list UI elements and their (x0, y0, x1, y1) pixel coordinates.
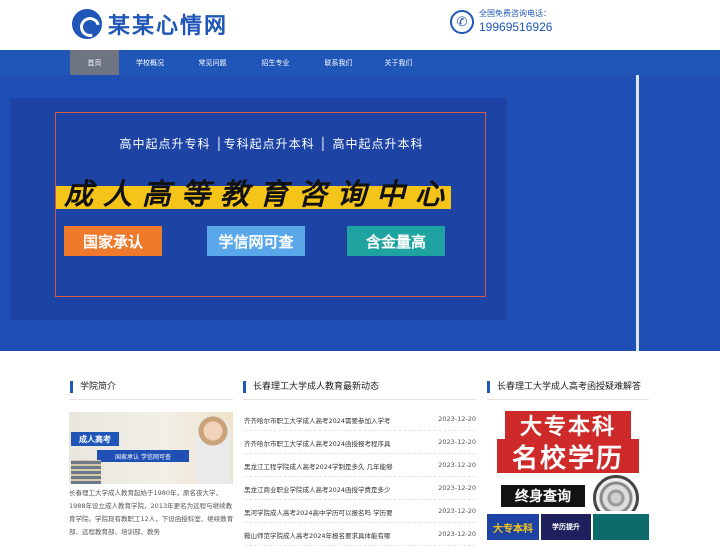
badge-state-recognized: 国家承认 (64, 226, 162, 256)
list-item[interactable]: 鞍山师范学院成人高考2024年报名要求具体能有哪 2023-12-20 (244, 523, 476, 546)
hotline-label: 全国免费咨询电话： (479, 9, 551, 18)
list-item[interactable]: 黑河学院成人高考2024高中学历可以报名吗 学历要 2023-12-20 (244, 500, 476, 523)
site-logo[interactable]: 某某心情网 (72, 8, 228, 40)
news-date: 2023-12-20 (438, 484, 476, 492)
list-item[interactable]: 黑龙江工程学院成人高考2024学制是多久 几年能够 2023-12-20 (244, 454, 476, 477)
about-divider (69, 399, 233, 400)
nav-item-majors[interactable]: 招生专业 (244, 50, 307, 75)
faq-thumb[interactable]: 学历提升 (541, 514, 591, 540)
student-graphic (195, 416, 231, 484)
hotline-number[interactable]: 19969516926 (479, 19, 552, 35)
nav-item-faq[interactable]: 常见问题 (181, 50, 244, 75)
faq-divider (487, 399, 649, 400)
news-title[interactable]: 黑龙江工程学院成人高考2024学制是多久 几年能够 (244, 461, 429, 471)
faq-thumb[interactable]: 大专本科 (487, 514, 539, 540)
list-item[interactable]: 齐齐哈尔市职工大学成人高考2024需要参加入学考 2023-12-20 (244, 408, 476, 431)
banner-tagline: 高中起点升专科 │专科起点升本科 │ 高中起点升本科 (119, 137, 424, 151)
list-item[interactable]: 黑龙江商业职业学院成人高考2024函授学费是多少 2023-12-20 (244, 477, 476, 500)
faq-image[interactable]: 大专本科 名校学历 终身查询 (487, 411, 649, 511)
banner-frame: 高中起点升专科 │专科起点升本科 │ 高中起点升本科 成人高等教育咨询中心 国家… (55, 112, 486, 297)
news-date: 2023-12-20 (438, 530, 476, 538)
news-date: 2023-12-20 (438, 461, 476, 469)
logo-text: 某某心情网 (108, 13, 229, 39)
about-image[interactable]: 成人高考 国家承认 学信网可查 (69, 412, 233, 484)
logo-icon (72, 9, 102, 39)
faq-thumb[interactable] (593, 514, 649, 540)
news-title[interactable]: 齐齐哈尔市职工大学成人高考2024函授报考程序具 (244, 438, 429, 448)
banner-divider (636, 75, 639, 351)
news-divider (243, 399, 476, 400)
news-title[interactable]: 黑河学院成人高考2024高中学历可以报名吗 学历要 (244, 507, 429, 517)
banner-headline: 成人高等教育咨询中心 (64, 177, 455, 211)
books-graphic (71, 460, 101, 484)
about-image-strip: 国家承认 学信网可查 (97, 450, 189, 462)
site-header: 某某心情网 ✆ 全国免费咨询电话： 19969516926 (0, 0, 720, 50)
news-date: 2023-12-20 (438, 507, 476, 515)
news-title[interactable]: 黑龙江商业职业学院成人高考2024函授学费是多少 (244, 484, 429, 494)
faq-thumbnails: 大专本科 学历提升 (487, 514, 649, 540)
nav-item-about[interactable]: 关于我们 (370, 50, 427, 75)
hero-banner[interactable]: 高中起点升专科 │专科起点升本科 │ 高中起点升本科 成人高等教育咨询中心 国家… (0, 75, 720, 351)
news-date: 2023-12-20 (438, 415, 476, 423)
news-date: 2023-12-20 (438, 438, 476, 446)
hotline: ✆ 全国免费咨询电话： 19969516926 (450, 9, 552, 35)
about-image-pill: 成人高考 (71, 432, 119, 446)
badge-high-value: 含金量高 (347, 226, 445, 256)
phone-icon: ✆ (450, 10, 474, 34)
about-section-title: 学院简介 (70, 381, 116, 393)
main-nav: 首页 学校概况 常见问题 招生专业 联系我们 关于我们 (0, 50, 720, 75)
faq-section-title: 长春理工大学成人高考函授疑难解答 (487, 381, 641, 393)
list-item[interactable]: 齐齐哈尔市职工大学成人高考2024函授报考程序具 2023-12-20 (244, 431, 476, 454)
news-list: 齐齐哈尔市职工大学成人高考2024需要参加入学考 2023-12-20 齐齐哈尔… (244, 408, 476, 546)
faq-image-line1: 大专本科 (505, 411, 631, 440)
nav-item-home[interactable]: 首页 (70, 50, 119, 75)
nav-item-contact[interactable]: 联系我们 (307, 50, 370, 75)
target-graphic (593, 475, 639, 511)
news-title[interactable]: 齐齐哈尔市职工大学成人高考2024需要参加入学考 (244, 415, 429, 425)
nav-item-school-overview[interactable]: 学校概况 (119, 50, 181, 75)
faq-image-line2: 名校学历 (497, 439, 639, 474)
news-section-title: 长春理工大学成人教育最新动态 (243, 381, 379, 393)
news-title[interactable]: 鞍山师范学院成人高考2024年报名要求具体能有哪 (244, 530, 429, 540)
faq-image-tag: 终身查询 (501, 485, 585, 507)
banner-panel: 高中起点升专科 │专科起点升本科 │ 高中起点升本科 成人高等教育咨询中心 国家… (10, 98, 507, 320)
about-text: 长春理工大学成人教育起始于1980年，原名夜大学，1988年设立成人教育学院，2… (69, 489, 234, 536)
badge-chsi-verifiable: 学信网可查 (207, 226, 305, 256)
